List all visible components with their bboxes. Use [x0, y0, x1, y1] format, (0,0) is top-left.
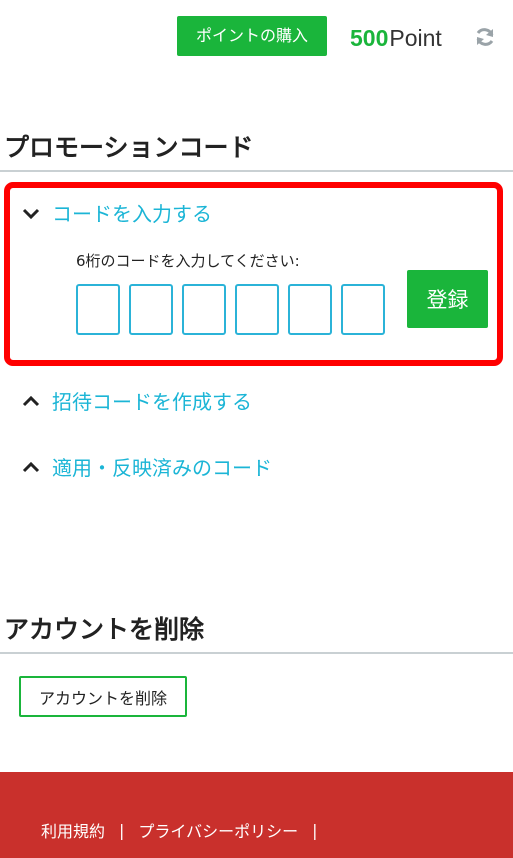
code-digit-input[interactable] — [182, 284, 226, 335]
chevron-down-icon — [20, 202, 42, 224]
account-section-title: アカウントを削除 — [4, 615, 205, 644]
code-digit-input[interactable] — [341, 284, 385, 335]
chevron-up-icon — [20, 390, 42, 412]
accordion-enter-code-label[interactable]: コードを入力する — [52, 198, 212, 227]
code-digit-input[interactable] — [129, 284, 173, 335]
buy-points-button[interactable]: ポイントの購入 — [177, 16, 327, 56]
accordion-applied-codes-label[interactable]: 適用・反映済みのコード — [52, 452, 272, 481]
footer-separator: | — [312, 820, 318, 840]
code-prompt: 6桁のコードを入力してください: — [76, 252, 300, 270]
account-divider — [0, 652, 513, 654]
refresh-icon[interactable] — [473, 25, 497, 49]
code-digit-input[interactable] — [288, 284, 332, 335]
delete-account-button[interactable]: アカウントを削除 — [19, 676, 187, 717]
terms-link[interactable]: 利用規約 — [41, 818, 105, 842]
accordion-enter-code[interactable]: コードを入力する — [20, 198, 212, 227]
code-digit-input[interactable] — [76, 284, 120, 335]
promo-divider — [0, 170, 513, 172]
footer: 利用規約 | プライバシーポリシー | — [0, 772, 513, 858]
points-value: 500 — [350, 24, 389, 51]
accordion-invite-code-label[interactable]: 招待コードを作成する — [52, 386, 252, 415]
privacy-link[interactable]: プライバシーポリシー — [138, 818, 298, 842]
footer-separator: | — [119, 820, 125, 840]
accordion-invite-code[interactable]: 招待コードを作成する — [20, 386, 252, 415]
accordion-applied-codes[interactable]: 適用・反映済みのコード — [20, 452, 272, 481]
chevron-up-icon — [20, 456, 42, 478]
points-balance: 500 Point — [350, 20, 442, 56]
header: ポイントの購入 500 Point — [0, 0, 513, 80]
code-digit-input[interactable] — [235, 284, 279, 335]
promo-section-title: プロモーションコード — [4, 133, 254, 162]
footer-links: 利用規約 | プライバシーポリシー | — [41, 818, 331, 842]
code-input-group — [76, 284, 385, 335]
points-unit: Point — [389, 24, 442, 51]
register-code-button[interactable]: 登録 — [407, 270, 488, 328]
